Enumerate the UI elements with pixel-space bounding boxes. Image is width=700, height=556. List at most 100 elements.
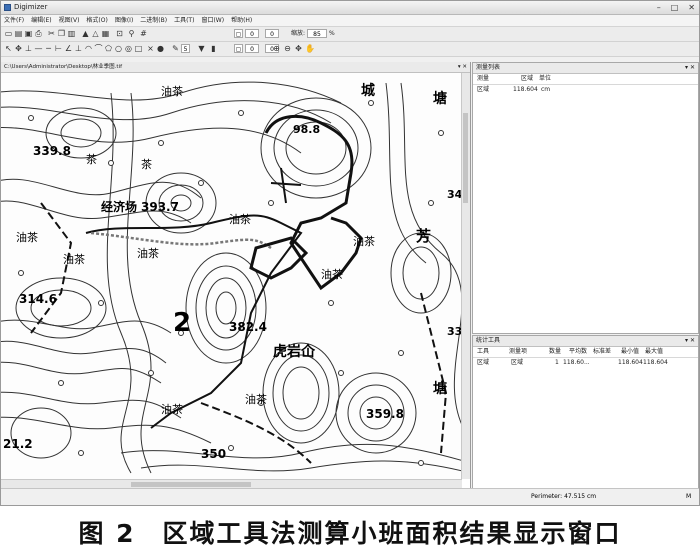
column-header[interactable]: 测量项 — [509, 347, 527, 357]
menu-binary[interactable]: 二进制(B) — [140, 15, 167, 26]
map-label: 33 — [447, 325, 462, 338]
menu-bar: 文件(F) 编辑(E) 视图(V) 格式(O) 图像(I) 二进制(B) 工具(… — [1, 15, 699, 27]
menu-window[interactable]: 窗口(W) — [201, 15, 224, 26]
table-header: 测量 区域 单位 — [473, 74, 698, 85]
map-label: 2 — [173, 308, 191, 338]
cross-icon[interactable]: × — [146, 44, 155, 53]
save-icon[interactable]: ▣ — [24, 29, 33, 38]
menu-tools[interactable]: 工具(T) — [174, 15, 194, 26]
hand-icon[interactable]: ✥ — [14, 44, 23, 53]
horizontal-scroll-thumb[interactable] — [131, 482, 251, 487]
vertical-scrollbar[interactable] — [461, 73, 470, 479]
grab-icon[interactable]: ✋ — [305, 44, 315, 53]
map-label: 油茶 — [353, 234, 375, 248]
field-2[interactable]: 0 — [265, 29, 279, 38]
topographic-map[interactable]: 339.8 油茶 城 塘 98.8 茶 经济场 393.7 油茶 油茶 油茶 油… — [1, 73, 462, 479]
map-label: 塘 — [433, 90, 447, 107]
field-1[interactable]: 0 — [245, 29, 259, 38]
column-header[interactable]: 最大值 — [645, 347, 663, 357]
column-header[interactable]: 最小值 — [621, 347, 639, 357]
toolbar-main: ▭ ▤ ▣ ⎙ ✂ ❐ ▥ ▲ △ ▦ ⊡ ⚲ # ▢ 0 0 缩放: 85 % — [1, 27, 699, 42]
cut-icon[interactable]: ✂ — [47, 29, 56, 38]
map-label: 油茶 — [137, 246, 159, 260]
pan-icon[interactable]: ✥ — [294, 44, 303, 53]
pen-icon[interactable]: ✎ — [171, 44, 180, 53]
field-a[interactable]: ▢ — [234, 29, 243, 38]
menu-help[interactable]: 帮助(H) — [231, 15, 252, 26]
column-header[interactable]: 工具 — [477, 347, 489, 357]
table-row[interactable]: 区域 118.604 cm — [473, 85, 698, 95]
zoom-input[interactable]: 85 — [307, 29, 327, 38]
hash-icon[interactable]: # — [139, 29, 148, 38]
column-header[interactable]: 平均数 — [569, 347, 587, 357]
line-icon[interactable]: — — [34, 44, 43, 53]
table-row[interactable]: 区域 区域 1 118.60... 118.604 118.604 — [473, 358, 698, 368]
map-label: 经济场 — [101, 199, 137, 214]
wand-icon[interactable]: ⚲ — [127, 29, 136, 38]
close-button[interactable]: ✕ — [688, 1, 695, 14]
cell-value: 118.604 — [513, 86, 538, 93]
field-5[interactable]: 5 — [181, 44, 190, 53]
field-3[interactable]: 0 — [245, 44, 259, 53]
map-label: 382.4 — [229, 320, 267, 334]
zoom-out-icon[interactable]: ⊖ — [283, 44, 292, 53]
menu-image[interactable]: 图像(I) — [115, 15, 133, 26]
status-bar: Perimeter: 47.515 cm M — [1, 488, 699, 505]
arc-icon[interactable]: ◠ — [84, 44, 93, 53]
rectangle-icon[interactable]: □ — [134, 44, 143, 53]
angle-icon[interactable]: ∠ — [64, 44, 73, 53]
histogram-icon[interactable]: ▦ — [101, 29, 110, 38]
map-canvas[interactable]: 339.8 油茶 城 塘 98.8 茶 经济场 393.7 油茶 油茶 油茶 油… — [1, 73, 462, 479]
vertical-scroll-thumb[interactable] — [463, 113, 468, 203]
mountain-icon[interactable]: ▲ — [81, 29, 90, 38]
menu-file[interactable]: 文件(F) — [4, 15, 24, 26]
panel-close-icon[interactable]: ▾ ✕ — [685, 336, 695, 346]
dot-icon[interactable]: ● — [156, 44, 165, 53]
ring-icon[interactable]: ◎ — [124, 44, 133, 53]
perpendicular-icon[interactable]: ⊥ — [74, 44, 83, 53]
column-header[interactable]: 测量 — [477, 74, 489, 84]
map-label: 芳 — [416, 227, 431, 245]
menu-format[interactable]: 格式(O) — [86, 15, 107, 26]
map-label: 塘 — [433, 380, 447, 397]
minimize-button[interactable]: – — [657, 1, 661, 14]
cell-min: 118.604 — [618, 359, 643, 366]
polyline-icon[interactable]: ⌒ — [94, 44, 103, 53]
circle-icon[interactable]: ○ — [114, 44, 123, 53]
column-header[interactable]: 标准差 — [593, 347, 611, 357]
image-document-window: C:\Users\Administrator\Desktop\林业季图.tif … — [1, 62, 471, 489]
map-label: 油茶 — [321, 267, 343, 281]
hline-icon[interactable]: ─ — [44, 44, 53, 53]
menu-view[interactable]: 视图(V) — [59, 15, 80, 26]
field-b[interactable]: ▢ — [234, 44, 243, 53]
maximize-button[interactable]: □ — [671, 1, 679, 14]
cell-count: 1 — [555, 359, 559, 366]
mountain2-icon[interactable]: △ — [91, 29, 100, 38]
column-header[interactable]: 数量 — [549, 347, 561, 357]
pointer-icon[interactable]: ↖ — [4, 44, 13, 53]
color-icon[interactable]: ▮ — [209, 44, 218, 53]
map-label: 34 — [447, 188, 462, 201]
dropdown-icon[interactable]: ▼ — [197, 44, 206, 53]
map-label: 359.8 — [366, 407, 404, 421]
polygon-icon[interactable]: ⬠ — [104, 44, 113, 53]
dimension-icon[interactable]: ⊢ — [54, 44, 63, 53]
column-header[interactable]: 区域 — [521, 74, 533, 84]
map-label: 茶 — [141, 158, 152, 171]
folder-icon[interactable]: ▤ — [14, 29, 23, 38]
tool-a-icon[interactable]: ⊡ — [115, 29, 124, 38]
column-header[interactable]: 单位 — [539, 74, 551, 84]
map-label: 油茶 — [63, 252, 85, 266]
zoom-in-button-icon[interactable]: ⊕ — [272, 44, 281, 53]
menu-edit[interactable]: 编辑(E) — [31, 15, 51, 26]
panel-close-icon[interactable]: ▾ ✕ — [685, 63, 695, 73]
window-title: Digimizer — [14, 3, 48, 11]
statistics-panel: 统计工具 ▾ ✕ 工具 测量项 数量 平均数 标准差 最小值 最大值 区域 区域… — [472, 335, 699, 489]
document-close-icon[interactable]: ▾ ✕ — [458, 62, 467, 72]
marker-icon[interactable]: ⊥ — [24, 44, 33, 53]
print-icon[interactable]: ⎙ — [34, 29, 43, 38]
zoom-unit: % — [329, 30, 335, 37]
open-icon[interactable]: ▭ — [4, 29, 13, 38]
paste-icon[interactable]: ▥ — [67, 29, 76, 38]
copy-icon[interactable]: ❐ — [57, 29, 66, 38]
